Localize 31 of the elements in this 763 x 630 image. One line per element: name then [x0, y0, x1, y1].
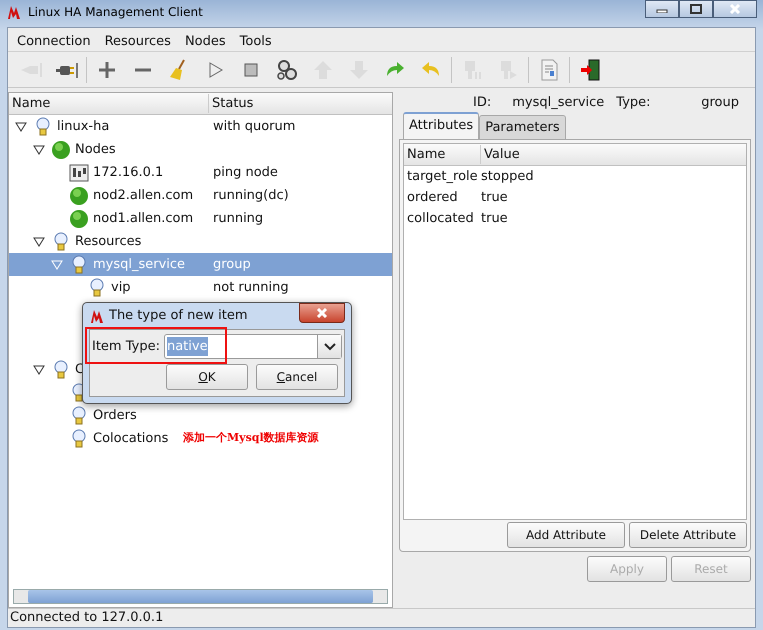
tree-label: 172.16.0.1 — [93, 164, 164, 182]
tree-status: group — [212, 256, 251, 274]
tree-label: nod1.allen.com — [93, 210, 194, 228]
tree-label: Nodes — [75, 140, 116, 159]
tree-status: running — [212, 210, 264, 228]
tree-label: Resources — [75, 232, 142, 251]
type-label: Type: — [616, 94, 651, 112]
dialog-title: The type of new item — [109, 307, 248, 326]
tree-label: Colocations — [93, 430, 168, 448]
window-title: Linux HA Management Client — [28, 4, 203, 21]
tree-label: linux-ha — [57, 118, 110, 136]
table-cell-text: ordered — [406, 188, 459, 207]
tree-label: vip — [111, 278, 131, 297]
tree-label: nod2.allen.com — [93, 186, 194, 205]
type-value: group — [701, 94, 739, 112]
tree-label: mysql_service — [93, 256, 186, 274]
status-bar: Connected to 127.0.0.1 — [8, 608, 755, 627]
table-cell-text: target_role — [406, 168, 479, 186]
table-cell-text: true — [481, 188, 508, 207]
table-cell-text: true — [481, 210, 508, 228]
table-cell-text: stopped — [481, 168, 534, 186]
tree-status: not running — [212, 278, 289, 297]
annotation-text: 添加一个Mysql数据库资源 — [183, 430, 319, 446]
tree-status: with quorum — [212, 118, 296, 136]
id-value: mysql_service — [512, 94, 604, 112]
tree-status: ping node — [212, 164, 278, 182]
field-label: Item Type: — [92, 338, 160, 356]
tree-label: Orders — [93, 406, 137, 425]
table-cell-text: collocated — [406, 210, 475, 228]
tree-status: running(dc) — [212, 186, 289, 205]
id-label: ID: — [473, 94, 492, 112]
